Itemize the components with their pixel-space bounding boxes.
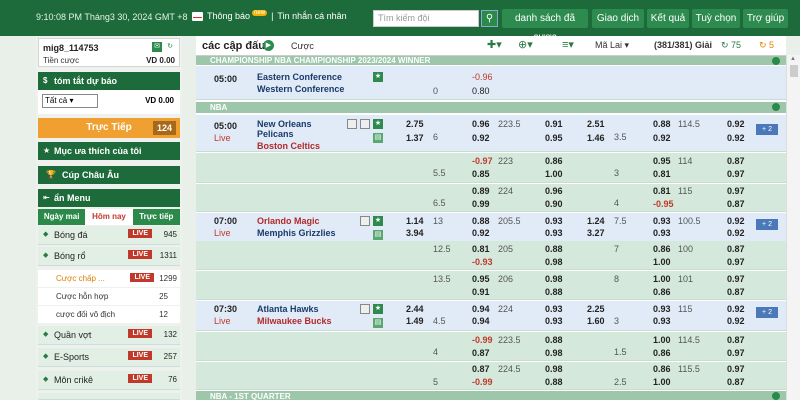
top-bar: 9:10:08 PM Tháng3 30, 2024 GMT +8 Thông … (0, 0, 800, 43)
personal-msg-link[interactable]: Tin nhắn cá nhân (277, 11, 346, 21)
match-row: 07:30 Live Atlanta Hawks Milwaukee Bucks… (196, 301, 786, 331)
new-badge: new (252, 10, 268, 16)
league-count: (381/381) Giải (654, 40, 713, 50)
sport-item-football[interactable]: ◆ Bóng đá LIVE 945 (38, 226, 180, 245)
mail-icon[interactable]: ✉ (152, 42, 162, 52)
refresh-icon[interactable] (772, 57, 780, 65)
chart-icon[interactable]: ▤ (373, 318, 383, 328)
bet-list-button[interactable]: danh sách đã cược (502, 9, 588, 43)
sub-item-outright[interactable]: cược đối vô địch 12 (38, 306, 180, 323)
star-icon[interactable]: ★ (373, 216, 383, 226)
match-row: 5.5 -0.97 0.85 223 0.86 1.00 3 0.95 0.81… (196, 153, 786, 183)
notice-label: Thông báo (207, 11, 251, 21)
add-icon[interactable]: ✚▾ (487, 38, 502, 51)
sport-item-tennis[interactable]: ◆ Quần vợt LIVE 132 (38, 326, 180, 345)
refresh-icon[interactable]: ↻ (165, 42, 175, 52)
page-title: các cập đấu (202, 40, 265, 52)
username: mig8_114753 (43, 43, 99, 53)
refresh-icon[interactable] (772, 392, 780, 400)
transactions-button[interactable]: Giao dịch (592, 9, 644, 28)
league-header[interactable]: NBA - 1ST QUARTER (196, 391, 786, 400)
circle-icon[interactable]: ⊕▾ (518, 38, 533, 51)
live-button[interactable]: Trực Tiếp 124 (38, 118, 180, 138)
euro-cup-item[interactable]: 🏆 Cúp Châu Âu (38, 166, 180, 184)
balance-value: VD 0.00 (146, 56, 175, 65)
tv-icon[interactable] (360, 304, 370, 314)
match-row: 07:00 Live Orlando Magic Memphis Grizzli… (196, 213, 786, 243)
sport-item-cricket[interactable]: ◆ Môn crikê LIVE 76 (38, 371, 180, 390)
main-header: các cập đấu ▶ Cược ✚▾ ⊕▾ ≡▾ Mã Lai ▾ (38… (196, 36, 786, 56)
sub-item-handicap[interactable]: Cược chấp ... LIVE 1299 (38, 270, 180, 287)
mail-icon (192, 11, 203, 21)
summary-header[interactable]: $ tóm tắt dự báo (38, 72, 180, 90)
menu-toggle[interactable]: ⇤ ẩn Menu (38, 189, 180, 207)
match-row: 4 -0.99 0.87 223.5 0.88 0.98 1.5 1.00 0.… (196, 332, 786, 361)
sport-item-esports[interactable]: ◆ E-Sports LIVE 257 (38, 348, 180, 367)
tab-tomorrow[interactable]: Ngày mai (38, 209, 86, 225)
results-button[interactable]: Kết quả (647, 9, 689, 28)
sort-icon[interactable]: ≡▾ (562, 38, 574, 51)
star-icon[interactable]: ★ (373, 304, 383, 314)
more-bets-button[interactable]: + 2 (756, 124, 778, 135)
tab-live[interactable]: Trực tiếp (132, 209, 180, 225)
filter-select[interactable]: Tất cả ▾ (42, 94, 98, 108)
balance-label: Tiền cược (43, 56, 80, 65)
sport-item-next[interactable] (38, 393, 180, 400)
more-bets-button[interactable]: + 2 (756, 307, 778, 318)
sport-item-basketball[interactable]: ◆ Bóng rổ LIVE 1311 (38, 247, 180, 266)
trophy-icon: 🏆 (46, 170, 56, 179)
tab-today[interactable]: Hôm nay (85, 209, 133, 225)
refresh-5[interactable]: ↻ 5 (759, 40, 774, 51)
play-icon[interactable]: ▶ (263, 40, 274, 51)
user-box: mig8_114753 ✉ ↻ Tiền cược VD 0.00 (38, 38, 180, 67)
live-badge: LIVE (128, 374, 152, 383)
match-row: 05:00 Live New Orleans Pelicans Boston C… (196, 115, 786, 152)
collapse-icon: ⇤ (43, 193, 50, 202)
left-sidebar: mig8_114753 ✉ ↻ Tiền cược VD 0.00 $ tóm … (36, 36, 182, 400)
live-badge: LIVE (128, 229, 152, 238)
stats-icon[interactable] (347, 119, 357, 129)
refresh-icon[interactable] (772, 103, 780, 111)
star-icon[interactable]: ★ (373, 72, 383, 82)
live-count: 124 (152, 121, 176, 135)
day-tabs: Ngày mai Hôm nay Trực tiếp (38, 209, 180, 225)
tv-icon[interactable] (360, 119, 370, 129)
options-button[interactable]: Tuỳ chọn (692, 9, 740, 28)
match-row: 13.5 0.95 0.91 206 0.98 0.88 8 1.00 0.86… (196, 271, 786, 300)
scrollbar[interactable]: ▲ (786, 55, 800, 400)
match-row: 05:00 Eastern Conference Western Confere… (196, 66, 786, 100)
filter-value: VD 0.00 (145, 96, 174, 105)
search-icon: ⚲ (485, 13, 494, 24)
datetime: 9:10:08 PM Tháng3 30, 2024 GMT +8 (36, 12, 188, 22)
team-search-input[interactable]: Tìm kiếm đội (373, 10, 479, 27)
live-badge: LIVE (128, 250, 152, 259)
sub-item-parlay[interactable]: Cược hỗn hợp 25 (38, 288, 180, 305)
live-badge: LIVE (128, 351, 152, 360)
chart-icon[interactable]: ▤ (373, 230, 383, 240)
league-header[interactable]: NBA (196, 102, 786, 113)
odds-type-select[interactable]: Mã Lai ▾ (595, 40, 629, 51)
help-button[interactable]: Trợ giúp (743, 9, 788, 28)
bet-type-label[interactable]: Cược (291, 41, 314, 51)
tv-icon[interactable] (360, 216, 370, 226)
more-bets-button[interactable]: + 2 (756, 219, 778, 230)
search-button[interactable]: ⚲ (481, 10, 498, 27)
live-badge: LIVE (128, 329, 152, 338)
league-header[interactable]: CHAMPIONSHIP NBA CHAMPIONSHIP 2023/2024 … (196, 56, 786, 65)
match-row: 12.5 0.81 -0.93 205 0.88 0.98 7 0.86 1.0… (196, 241, 786, 270)
match-row: 5 0.87 -0.99 224.5 0.98 0.88 2.5 0.86 1.… (196, 362, 786, 390)
notice-link[interactable]: Thông báo new | Tin nhắn cá nhân (192, 10, 347, 21)
star-icon[interactable]: ★ (373, 119, 383, 129)
live-badge: LIVE (130, 273, 154, 282)
chart-icon[interactable]: ▤ (373, 133, 383, 143)
refresh-75[interactable]: ↻ 75 (721, 40, 741, 51)
odds-table: CHAMPIONSHIP NBA CHAMPIONSHIP 2023/2024 … (196, 56, 786, 400)
star-icon: ★ (43, 146, 51, 155)
favorites-item[interactable]: ★ Mục ưa thích của tôi (38, 142, 180, 160)
match-row: 6.5 0.89 0.99 224 0.96 0.90 4 0.81 -0.95… (196, 184, 786, 212)
dollar-icon: $ (43, 76, 48, 85)
